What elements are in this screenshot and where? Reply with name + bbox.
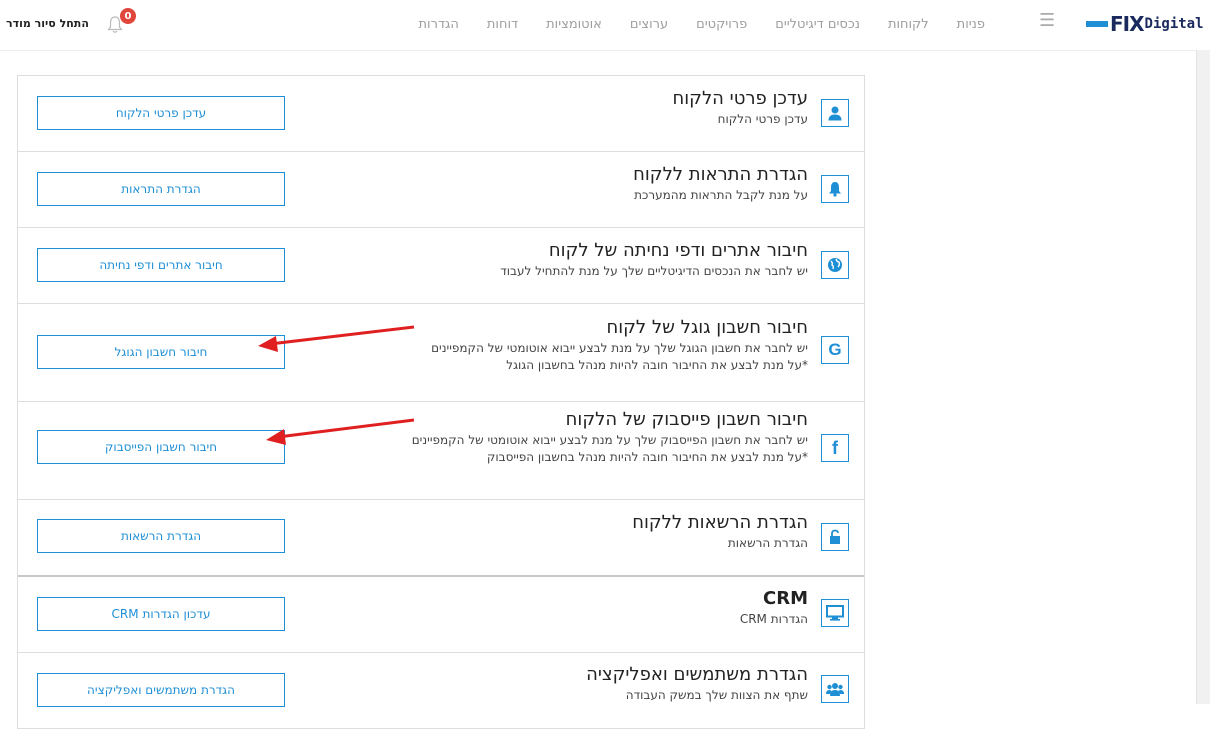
row-notifications: הגדרת התראות ללקוח על מנת לקבל התראות מה… (18, 152, 864, 228)
logo-main-text: FIX (1110, 12, 1145, 36)
row-description: הגדרת הרשאות (727, 536, 808, 550)
row-description: הגדרות CRM (739, 612, 808, 626)
row-description: יש לחבר את חשבון הגוגל שלך על מנת לבצע י… (431, 341, 808, 355)
row-users-app: הגדרת משתמשים ואפליקציה שתף את הצוות שלך… (18, 653, 864, 729)
row-title: CRM (763, 588, 808, 609)
permissions-settings-button[interactable]: הגדרת הרשאות (37, 519, 285, 553)
row-update-customer: עדכן פרטי הלקוח עדכן פרטי הלקוח עדכן פרט… (18, 76, 864, 152)
row-google-account: G חיבור חשבון גוגל של לקוח יש לחבר את חש… (18, 304, 864, 402)
row-facebook-account: f חיבור חשבון פייסבוק של הלקוח יש לחבר א… (18, 402, 864, 500)
users-icon (821, 675, 849, 703)
user-icon (821, 99, 849, 127)
connect-google-button[interactable]: חיבור חשבון הגוגל (37, 335, 285, 369)
row-description-note: *על מנת לבצע את החיבור חובה להיות מנהל ב… (486, 450, 808, 464)
start-tour-link[interactable]: התחל סיור מודר (6, 17, 89, 30)
nav-item-channels[interactable]: ערוצים (630, 17, 668, 32)
nav-item-automations[interactable]: אוטומציות (546, 17, 602, 32)
users-app-settings-button[interactable]: הגדרת משתמשים ואפליקציה (37, 673, 285, 707)
globe-icon (821, 251, 849, 279)
row-title: הגדרת הרשאות ללקוח (632, 512, 808, 533)
crm-settings-button[interactable]: עדכון הגדרות CRM (37, 597, 285, 631)
row-description: יש לחבר את הנכסים הדיגיטליים שלך על מנת … (500, 264, 808, 278)
nav-item-digital-assets[interactable]: נכסים דיגיטליים (775, 17, 860, 32)
logo-bar-icon (1086, 21, 1108, 27)
nav-item-inquiries[interactable]: פניות (957, 17, 985, 32)
row-description-note: *על מנת לבצע את החיבור חובה להיות מנהל ב… (506, 358, 808, 372)
user-area: התחל סיור מודר 0 (6, 8, 146, 38)
google-icon: G (821, 336, 849, 364)
facebook-icon: f (821, 434, 849, 462)
row-title: הגדרת התראות ללקוח (633, 164, 808, 185)
row-description: שתף את הצוות שלך במשק העבודה (625, 688, 808, 702)
top-navbar: FIX Digital ☰ פניות לקוחות נכסים דיגיטלי… (0, 0, 1210, 51)
nav-item-customers[interactable]: לקוחות (888, 17, 929, 32)
row-sites-landing-pages: חיבור אתרים ודפי נחיתה של לקוח יש לחבר א… (18, 228, 864, 304)
hamburger-menu-icon[interactable]: ☰ (1039, 12, 1055, 30)
row-description: עדכן פרטי הלקוח (717, 112, 808, 126)
row-description: יש לחבר את חשבון הפייסבוק שלך על מנת לבצ… (411, 433, 808, 447)
monitor-icon (821, 599, 849, 627)
notification-badge: 0 (120, 8, 136, 24)
connect-facebook-button[interactable]: חיבור חשבון הפייסבוק (37, 430, 285, 464)
bell-icon (821, 175, 849, 203)
connect-sites-button[interactable]: חיבור אתרים ודפי נחיתה (37, 248, 285, 282)
row-title: חיבור חשבון גוגל של לקוח (606, 317, 809, 338)
row-crm: CRM הגדרות CRM עדכון הגדרות CRM (18, 577, 864, 653)
nav-item-projects[interactable]: פרויקטים (696, 17, 747, 32)
row-permissions: הגדרת הרשאות ללקוח הגדרת הרשאות הגדרת הר… (18, 500, 864, 577)
fix-digital-logo[interactable]: FIX Digital (1086, 11, 1210, 37)
nav-item-reports[interactable]: דוחות (487, 17, 518, 32)
notification-settings-button[interactable]: הגדרת התראות (37, 172, 285, 206)
row-title: חיבור אתרים ודפי נחיתה של לקוח (548, 240, 808, 261)
customer-settings-panel: עדכן פרטי הלקוח עדכן פרטי הלקוח עדכן פרט… (17, 75, 865, 729)
main-nav: פניות לקוחות נכסים דיגיטליים פרויקטים ער… (419, 17, 985, 32)
update-customer-button[interactable]: עדכן פרטי הלקוח (37, 96, 285, 130)
nav-item-settings[interactable]: הגדרות (419, 17, 459, 32)
row-description: על מנת לקבל התראות מהמערכת (634, 188, 808, 202)
unlock-icon (821, 523, 849, 551)
row-title: הגדרת משתמשים ואפליקציה (586, 664, 808, 685)
row-title: עדכן פרטי הלקוח (672, 88, 808, 109)
page-scrollbar[interactable] (1196, 50, 1210, 704)
logo-sub-text: Digital (1144, 16, 1204, 32)
row-title: חיבור חשבון פייסבוק של הלקוח (565, 409, 808, 430)
